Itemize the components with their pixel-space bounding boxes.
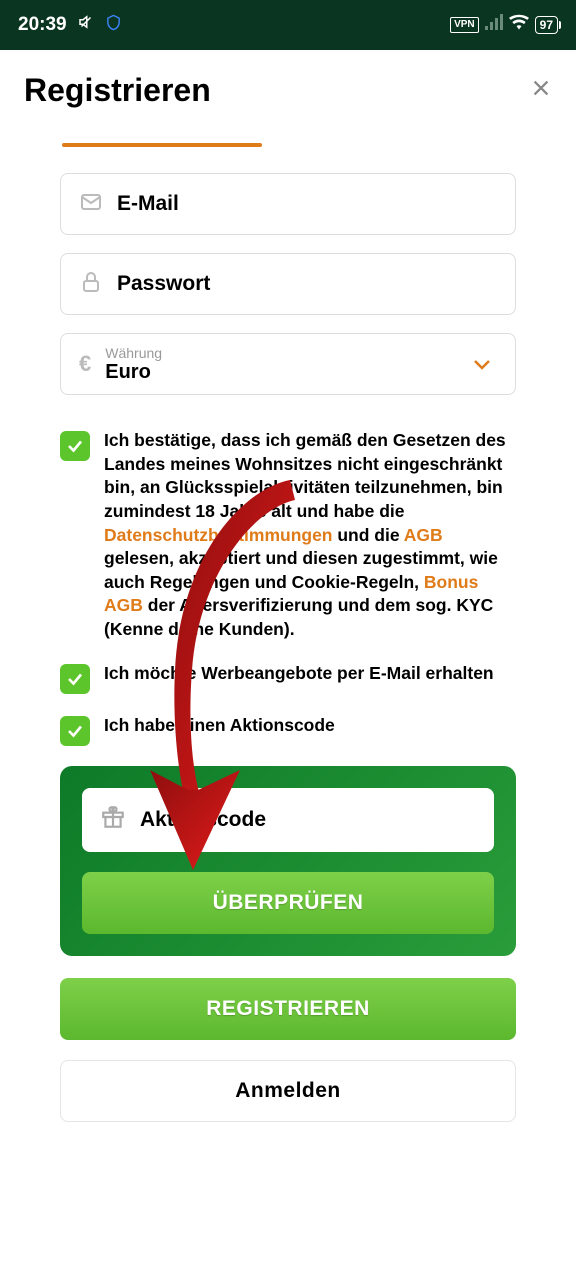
register-button[interactable]: REGISTRIEREN <box>60 978 516 1040</box>
tab-indicator <box>62 143 262 147</box>
promo-optin-text: Ich möchte Werbeangebote per E-Mail erha… <box>104 662 494 694</box>
battery-icon: 97 <box>535 16 558 34</box>
checkbox-has-code[interactable] <box>60 716 90 746</box>
chevron-down-icon <box>473 353 491 376</box>
login-button[interactable]: Anmelden <box>60 1060 516 1122</box>
currency-value: Euro <box>105 361 459 384</box>
verify-button[interactable]: ÜBERPRÜFEN <box>82 872 494 934</box>
currency-select[interactable]: € Währung Euro <box>60 333 516 395</box>
has-code-text: Ich habe einen Aktionscode <box>104 714 335 746</box>
promo-code-input[interactable]: Aktionscode <box>82 788 494 852</box>
mail-icon <box>79 190 103 219</box>
agb-link[interactable]: AGB <box>404 525 443 545</box>
promo-placeholder: Aktionscode <box>140 808 266 832</box>
email-field[interactable]: E-Mail <box>60 173 516 235</box>
checkbox-terms[interactable] <box>60 431 90 461</box>
password-label: Passwort <box>117 272 210 296</box>
status-bar: 20:39 VPN 97 <box>0 0 576 50</box>
checkbox-promo-optin[interactable] <box>60 664 90 694</box>
page-title: Registrieren <box>24 72 211 109</box>
email-label: E-Mail <box>117 192 179 216</box>
status-time: 20:39 <box>18 14 67 36</box>
signal-icon <box>485 14 503 36</box>
terms-text: Ich bestätige, dass ich gemäß den Gesetz… <box>104 429 516 642</box>
lock-icon <box>79 270 103 299</box>
mute-icon <box>77 13 95 37</box>
vpn-icon: VPN <box>450 17 479 33</box>
currency-caption: Währung <box>105 345 459 361</box>
wifi-icon <box>509 14 529 36</box>
euro-icon: € <box>79 351 91 377</box>
privacy-link[interactable]: Datenschutzbestimmungen <box>104 525 333 545</box>
shield-icon <box>105 14 122 37</box>
close-icon[interactable] <box>530 75 552 106</box>
promo-box: Aktionscode ÜBERPRÜFEN <box>60 766 516 956</box>
gift-icon <box>100 804 126 835</box>
password-field[interactable]: Passwort <box>60 253 516 315</box>
